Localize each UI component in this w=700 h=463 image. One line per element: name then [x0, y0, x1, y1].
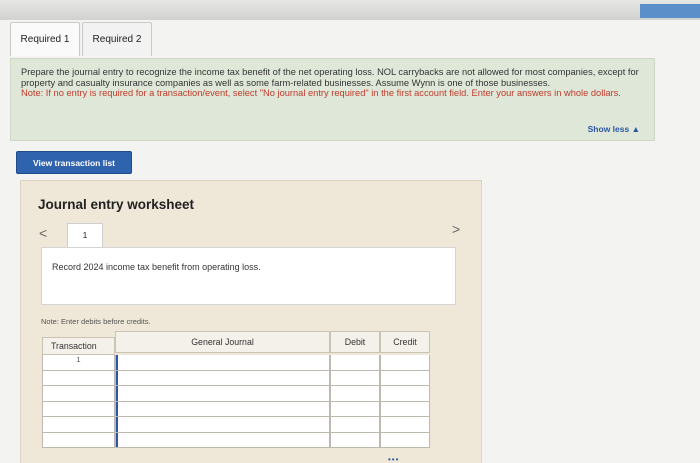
transaction-cell: 1 [42, 355, 115, 371]
journal-table: Transaction General Journal Debit Credit… [42, 331, 430, 448]
header-general-journal: General Journal [115, 331, 330, 353]
debit-field[interactable] [330, 355, 380, 371]
journal-table-body: 1 [42, 355, 430, 448]
tab-required-2[interactable]: Required 2 [82, 22, 152, 56]
header-transaction: Transaction [42, 337, 115, 355]
credit-field[interactable] [380, 370, 430, 386]
header-credit: Credit [380, 331, 430, 353]
debit-field[interactable] [330, 417, 380, 433]
instructions-note: Note: If no entry is required for a tran… [21, 88, 621, 98]
journal-entry-worksheet: Journal entry worksheet < 1 > Record 202… [20, 180, 482, 463]
credit-field[interactable] [380, 355, 430, 371]
more-dots-icon[interactable]: ••• [388, 455, 399, 463]
account-field[interactable] [115, 370, 330, 386]
transaction-cell [42, 401, 115, 417]
debit-field[interactable] [330, 432, 380, 448]
debits-note: Note: Enter debits before credits. [41, 317, 151, 326]
transaction-cell [42, 386, 115, 402]
transaction-cell [42, 417, 115, 433]
top-bar [0, 0, 700, 20]
credit-field[interactable] [380, 417, 430, 433]
chevron-right-icon[interactable]: > [452, 221, 460, 237]
view-transaction-list-button[interactable]: View transaction list [16, 151, 132, 174]
instruction-box: Record 2024 income tax benefit from oper… [41, 247, 456, 305]
transaction-cell [42, 370, 115, 386]
table-row [42, 417, 430, 433]
tab-required-1[interactable]: Required 1 [10, 22, 80, 56]
table-row [42, 432, 430, 448]
debit-field[interactable] [330, 401, 380, 417]
header-debit: Debit [330, 331, 380, 353]
journal-table-header: Transaction General Journal Debit Credit [42, 331, 430, 355]
credit-field[interactable] [380, 401, 430, 417]
instructions-text: Prepare the journal entry to recognize t… [21, 67, 639, 88]
instruction-text: Record 2024 income tax benefit from oper… [52, 262, 261, 272]
show-less-link[interactable]: Show less ▲ [588, 124, 640, 135]
credit-field[interactable] [380, 432, 430, 448]
credit-field[interactable] [380, 386, 430, 402]
debit-field[interactable] [330, 370, 380, 386]
debit-field[interactable] [330, 386, 380, 402]
table-row [42, 386, 430, 402]
table-row [42, 370, 430, 386]
chevron-left-icon[interactable]: < [39, 225, 47, 241]
instructions-panel: Prepare the journal entry to recognize t… [10, 58, 655, 141]
account-field[interactable] [115, 355, 330, 371]
table-row [42, 401, 430, 417]
account-field[interactable] [115, 417, 330, 433]
account-field[interactable] [115, 386, 330, 402]
account-field[interactable] [115, 432, 330, 448]
table-row: 1 [42, 355, 430, 371]
account-field[interactable] [115, 401, 330, 417]
transaction-cell [42, 432, 115, 448]
worksheet-title: Journal entry worksheet [38, 197, 195, 212]
top-bar-accent [640, 4, 700, 18]
